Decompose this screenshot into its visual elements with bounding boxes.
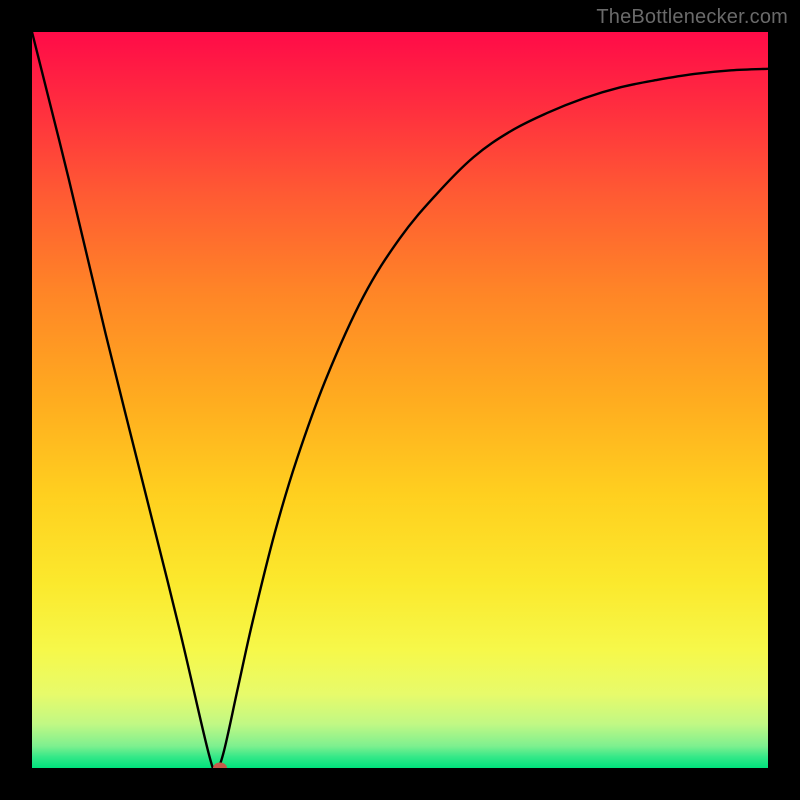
- watermark-text: TheBottlenecker.com: [596, 6, 788, 29]
- chart-frame: TheBottlenecker.com: [0, 0, 800, 800]
- plot-area: [32, 32, 768, 768]
- bottleneck-curve: [32, 32, 768, 768]
- optimal-point-marker: [213, 763, 227, 769]
